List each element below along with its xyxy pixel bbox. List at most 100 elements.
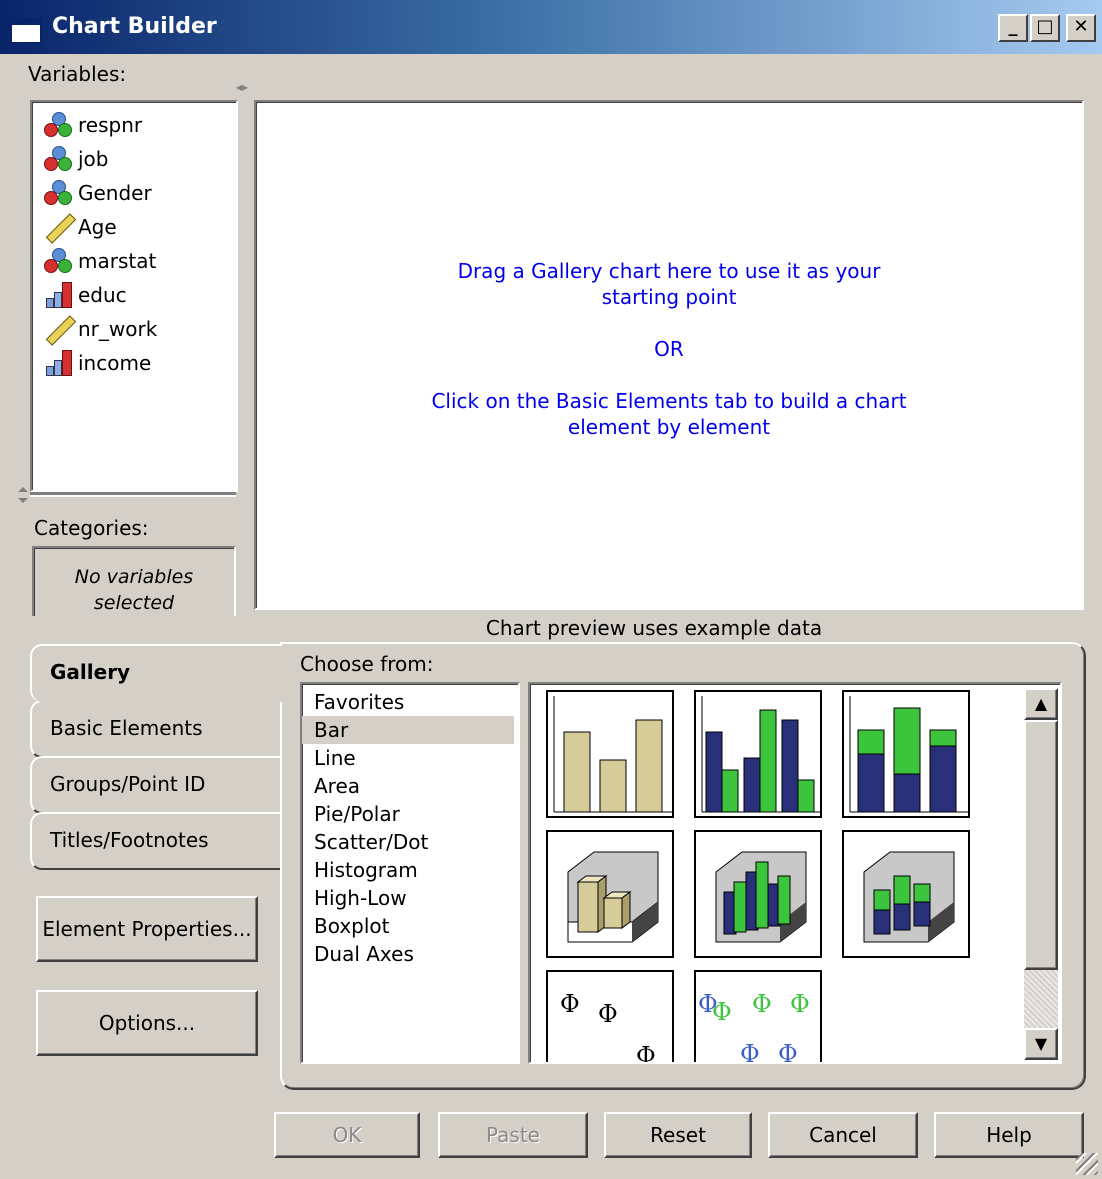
variable-item-respnr[interactable]: respnr [32, 108, 236, 142]
canvas-instruction-line: Drag a Gallery chart here to use it as y… [457, 259, 881, 283]
maximize-button[interactable]: □ [1030, 14, 1060, 42]
stacked-bar-chart-icon[interactable] [842, 690, 970, 818]
canvas-instruction-line: element by element [567, 415, 771, 439]
nominal-variable-icon [42, 178, 76, 208]
vertical-splitter-handle[interactable]: ◂▸ [236, 80, 256, 100]
nominal-variable-icon [42, 144, 76, 174]
reset-label: Reset [650, 1123, 706, 1147]
chart-type-area[interactable]: Area [302, 772, 518, 800]
nominal-variable-icon [42, 110, 76, 140]
variable-label: income [78, 351, 152, 375]
tab-label: Titles/Footnotes [50, 828, 209, 852]
options-label: Options... [98, 1011, 196, 1035]
variable-label: marstat [78, 249, 157, 273]
arrow-up-icon: ▲ [1034, 694, 1048, 713]
window-icon [10, 18, 42, 44]
variable-item-educ[interactable]: educ [32, 278, 236, 312]
gallery-scrollbar[interactable]: ▲ ▼ [1024, 688, 1058, 1060]
canvas-instruction-line: Click on the Basic Elements tab to build… [431, 389, 907, 413]
chart-type-boxplot[interactable]: Boxplot [302, 912, 518, 940]
close-button[interactable]: ✕ [1066, 14, 1096, 42]
tab-basic-elements[interactable]: Basic Elements [30, 700, 280, 758]
element-properties-label: Element Properties... [42, 917, 252, 941]
variables-list[interactable]: respnr job Gender Age marstat educ nr_wo… [30, 100, 238, 492]
categories-label: Categories: [34, 516, 149, 540]
canvas-instruction-or: OR [654, 337, 684, 361]
variables-label: Variables: [28, 62, 127, 86]
variable-item-nr-work[interactable]: nr_work [32, 312, 236, 346]
resize-grip-icon[interactable] [1076, 1153, 1098, 1175]
ordinal-variable-icon [42, 348, 76, 378]
svg-text:Φ: Φ [560, 990, 580, 1018]
horizontal-splitter-handle[interactable] [16, 486, 236, 506]
variable-item-gender[interactable]: Gender [32, 176, 236, 210]
scrollbar-thumb[interactable] [1024, 720, 1058, 970]
clustered-3d-bar-chart-icon[interactable] [694, 830, 822, 958]
tab-titles-footnotes[interactable]: Titles/Footnotes [30, 812, 280, 870]
paste-label: Paste [486, 1123, 540, 1147]
chart-canvas[interactable]: Drag a Gallery chart here to use it as y… [254, 100, 1084, 610]
minimize-button[interactable]: _ [998, 14, 1028, 42]
tab-label: Gallery [50, 660, 131, 684]
chart-type-dual-axes[interactable]: Dual Axes [302, 940, 518, 968]
variable-item-marstat[interactable]: marstat [32, 244, 236, 278]
scale-variable-icon [42, 212, 77, 244]
cancel-button[interactable]: Cancel [768, 1112, 918, 1158]
help-label: Help [986, 1123, 1032, 1147]
variable-item-age[interactable]: Age [32, 210, 236, 244]
variable-item-job[interactable]: job [32, 142, 236, 176]
svg-text:Φ: Φ [740, 1040, 760, 1064]
simple-bar-chart-icon[interactable] [546, 690, 674, 818]
tab-groups-point-id[interactable]: Groups/Point ID [30, 756, 280, 814]
variable-item-income[interactable]: income [32, 346, 236, 380]
svg-text:Φ: Φ [752, 990, 772, 1018]
variable-label: Age [78, 215, 117, 239]
svg-text:Φ: Φ [790, 990, 810, 1018]
svg-text:Φ: Φ [636, 1042, 656, 1064]
tab-gallery[interactable]: Gallery [30, 644, 282, 702]
gallery-thumbnails: Φ Φ Φ Φ Φ Φ Φ Φ Φ [528, 682, 1062, 1064]
chart-type-favorites[interactable]: Favorites [302, 688, 518, 716]
options-button[interactable]: Options... [36, 990, 258, 1056]
variable-label: Gender [78, 181, 152, 205]
simple-error-bar-chart-icon[interactable]: Φ Φ Φ [546, 970, 674, 1064]
categories-empty-text: selected [93, 592, 175, 614]
simple-3d-bar-chart-icon[interactable] [546, 830, 674, 958]
scale-variable-icon [42, 314, 77, 346]
stacked-3d-bar-chart-icon[interactable] [842, 830, 970, 958]
ordinal-variable-icon [42, 280, 76, 310]
choose-from-label: Choose from: [300, 652, 434, 676]
chart-type-pie-polar[interactable]: Pie/Polar [302, 800, 518, 828]
title-bar[interactable]: Chart Builder _ □ ✕ [0, 0, 1102, 56]
chart-type-high-low[interactable]: High-Low [302, 884, 518, 912]
clustered-bar-chart-icon[interactable] [694, 690, 822, 818]
tab-label: Groups/Point ID [50, 772, 206, 796]
variable-label: job [78, 147, 109, 171]
help-button[interactable]: Help [934, 1112, 1084, 1158]
chart-type-scatter-dot[interactable]: Scatter/Dot [302, 828, 518, 856]
ok-button[interactable]: OK [274, 1112, 420, 1158]
canvas-instructions: Drag a Gallery chart here to use it as y… [256, 258, 1082, 440]
chart-type-line[interactable]: Line [302, 744, 518, 772]
reset-button[interactable]: Reset [604, 1112, 752, 1158]
chart-type-bar[interactable]: Bar [302, 716, 514, 744]
variable-label: educ [78, 283, 127, 307]
tab-label: Basic Elements [50, 716, 203, 740]
scroll-down-button[interactable]: ▼ [1024, 1028, 1058, 1060]
clustered-error-bar-chart-icon[interactable]: Φ Φ Φ Φ Φ Φ [694, 970, 822, 1064]
maximize-icon: □ [1036, 16, 1054, 37]
variable-label: respnr [78, 113, 143, 137]
scroll-up-button[interactable]: ▲ [1024, 688, 1058, 720]
element-properties-button[interactable]: Element Properties... [36, 896, 258, 962]
variable-label: nr_work [78, 317, 158, 341]
categories-empty-text: No variables [74, 566, 194, 588]
chart-type-histogram[interactable]: Histogram [302, 856, 518, 884]
chart-type-list[interactable]: Favorites Bar Line Area Pie/Polar Scatte… [300, 682, 520, 1064]
svg-text:Φ: Φ [598, 1000, 618, 1028]
minimize-icon: _ [1008, 16, 1018, 37]
cancel-label: Cancel [809, 1123, 877, 1147]
arrow-down-icon: ▼ [1034, 1034, 1048, 1053]
preview-note: Chart preview uses example data [485, 616, 823, 640]
paste-button[interactable]: Paste [438, 1112, 588, 1158]
window-title: Chart Builder [52, 14, 217, 39]
